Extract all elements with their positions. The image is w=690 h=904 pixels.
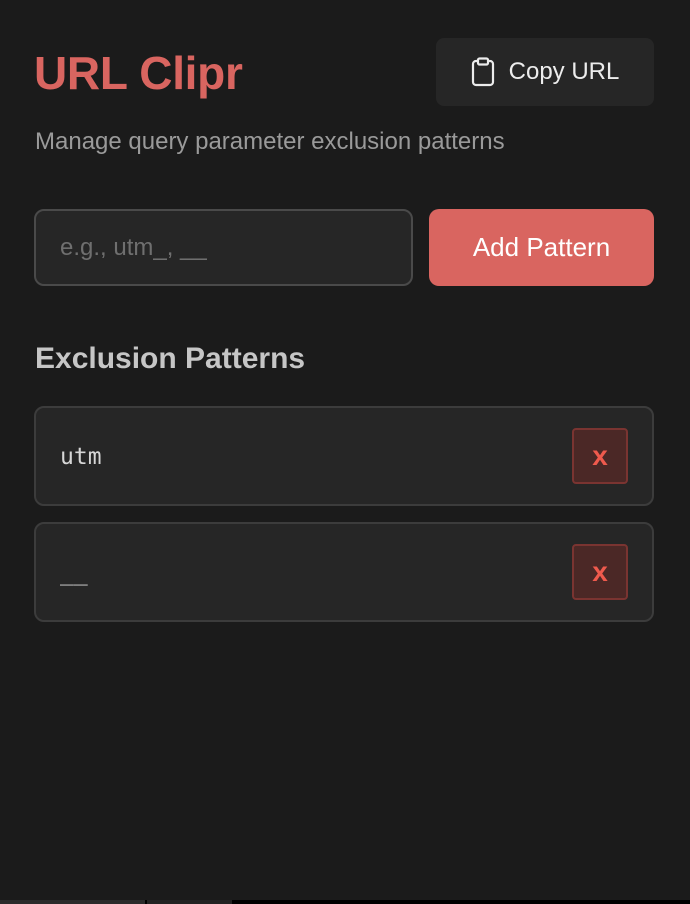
section-title: Exclusion Patterns <box>35 342 306 375</box>
page-subtitle: Manage query parameter exclusion pattern… <box>35 128 505 155</box>
delete-pattern-button[interactable]: x <box>572 428 628 484</box>
app-title: URL Clipr <box>34 47 243 99</box>
pattern-item: __ x <box>34 522 654 622</box>
copy-url-label: Copy URL <box>508 58 620 85</box>
window-bottom-edge <box>0 900 690 904</box>
copy-url-button[interactable]: Copy URL <box>436 38 654 106</box>
pattern-text: utm <box>60 444 102 470</box>
pattern-text: __ <box>60 560 88 586</box>
delete-pattern-button[interactable]: x <box>572 544 628 600</box>
pattern-input[interactable] <box>34 209 413 286</box>
pattern-item: utm x <box>34 406 654 506</box>
pattern-list: utm x __ x <box>34 406 654 638</box>
add-pattern-button[interactable]: Add Pattern <box>429 209 654 286</box>
clipboard-icon <box>471 57 495 87</box>
